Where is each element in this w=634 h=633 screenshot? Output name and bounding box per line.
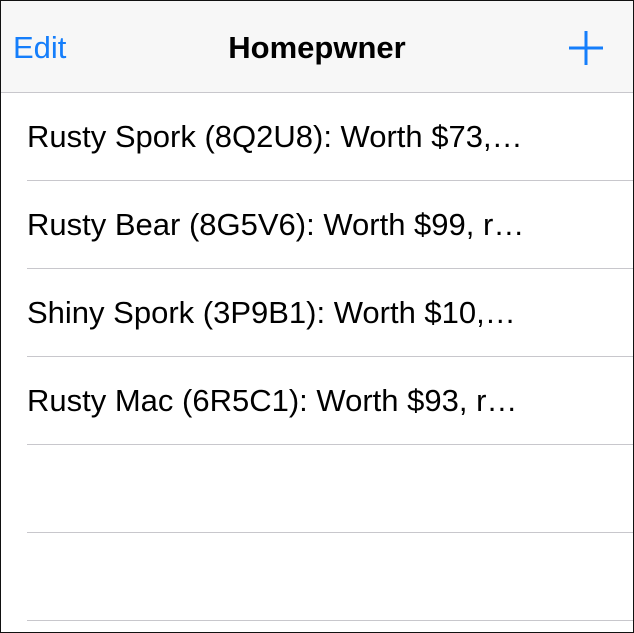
empty-table-row bbox=[1, 533, 633, 621]
table-row[interactable]: Rusty Mac (6R5C1): Worth $93, r… bbox=[1, 357, 633, 445]
row-label: Rusty Bear (8G5V6): Worth $99, r… bbox=[27, 207, 525, 242]
row-label: Rusty Mac (6R5C1): Worth $93, r… bbox=[27, 383, 518, 418]
page-title: Homepwner bbox=[228, 30, 406, 65]
app-screen: Edit Homepwner Rusty Spork (8Q2U8): Wort… bbox=[0, 0, 634, 633]
table-row[interactable]: Rusty Spork (8Q2U8): Worth $73,… bbox=[1, 93, 633, 181]
table-row[interactable]: Shiny Spork (3P9B1): Worth $10,… bbox=[1, 269, 633, 357]
add-item-button[interactable] bbox=[567, 29, 605, 67]
items-table: Rusty Spork (8Q2U8): Worth $73,… Rusty B… bbox=[1, 93, 633, 621]
row-label: Rusty Spork (8Q2U8): Worth $73,… bbox=[27, 119, 523, 154]
empty-table-row bbox=[1, 445, 633, 533]
row-label: Shiny Spork (3P9B1): Worth $10,… bbox=[27, 295, 516, 330]
plus-icon bbox=[569, 31, 603, 65]
navigation-bar: Edit Homepwner bbox=[1, 1, 633, 93]
table-row[interactable]: Rusty Bear (8G5V6): Worth $99, r… bbox=[1, 181, 633, 269]
